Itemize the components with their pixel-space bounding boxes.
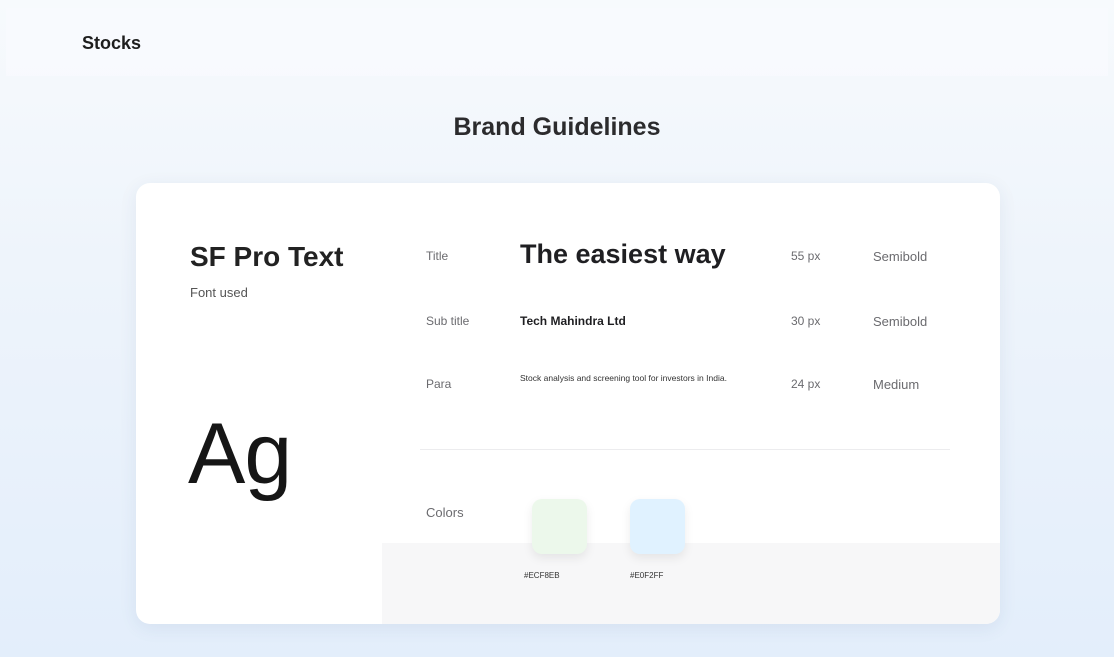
top-bar: [6, 8, 1108, 76]
font-specimen: Ag: [188, 406, 292, 502]
type-row-subtitle-label: Sub title: [426, 314, 470, 328]
type-row-title-weight: Semibold: [873, 249, 928, 264]
section-divider: [420, 449, 950, 450]
font-name: SF Pro Text: [190, 241, 344, 272]
color-swatch-blue: [630, 499, 685, 554]
page-title: Brand Guidelines: [453, 113, 661, 141]
type-row-title-label: Title: [426, 249, 449, 263]
card-footer-panel: [382, 543, 1000, 624]
type-row-subtitle-weight: Semibold: [873, 314, 928, 329]
type-row-para-weight: Medium: [873, 377, 920, 392]
brand-guidelines-card: SF Pro Text Font used Ag Title The easie…: [136, 183, 1000, 624]
type-row-subtitle-size: 30 px: [791, 314, 821, 328]
type-row-para-size: 24 px: [791, 377, 821, 391]
type-row-para-label: Para: [426, 377, 452, 391]
app-title: Stocks: [82, 33, 142, 53]
type-row-title-sample: The easiest way: [520, 239, 726, 269]
color-hex-green: #ECF8EB: [524, 571, 560, 580]
type-row-title-size: 55 px: [791, 249, 821, 263]
color-hex-blue: #E0F2FF: [630, 571, 664, 580]
type-row-subtitle-sample: Tech Mahindra Ltd: [520, 314, 626, 328]
font-caption: Font used: [190, 285, 248, 300]
type-row-para-sample: Stock analysis and screening tool for in…: [520, 373, 727, 383]
colors-label: Colors: [426, 505, 464, 520]
color-swatch-green: [532, 499, 587, 554]
